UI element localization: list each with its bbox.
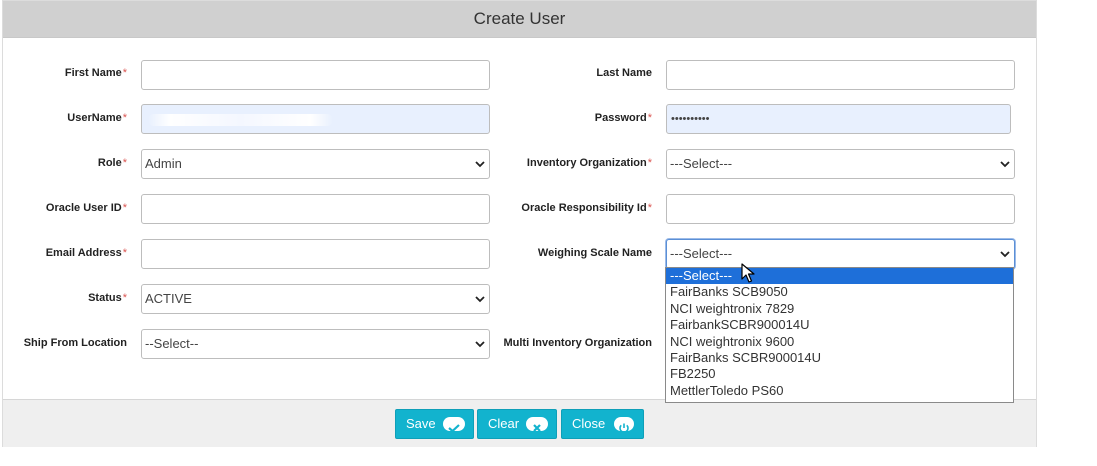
role-value: Admin	[145, 156, 182, 171]
oracle-user-id-input[interactable]	[141, 194, 490, 224]
weighing-scale-option[interactable]: FairBanks SCBR900014U	[666, 350, 1013, 366]
weighing-scale-option[interactable]: FairBanks SCB9050	[666, 284, 1013, 300]
ship-from-location-value: --Select--	[145, 336, 199, 351]
weighing-scale-label: Weighing Scale Name	[537, 247, 652, 259]
username-label: UserName*	[67, 112, 127, 124]
oracle-responsibility-id-label: Oracle Responsibility Id*	[521, 202, 652, 214]
ship-from-location-label: Ship From Location	[23, 337, 127, 349]
weighing-scale-options-list: ---Select--- FairBanks SCB9050 NCI weigh…	[665, 267, 1014, 403]
username-input[interactable]	[141, 104, 490, 134]
status-label: Status*	[88, 292, 127, 304]
save-button[interactable]: Save	[395, 409, 474, 439]
password-label: Password*	[594, 112, 652, 124]
power-icon	[614, 417, 634, 433]
check-icon	[443, 417, 465, 433]
close-button-label: Close	[572, 416, 606, 431]
mouse-pointer-icon	[741, 263, 755, 283]
chevron-down-icon	[475, 296, 485, 303]
password-input[interactable]: ••••••••••	[666, 104, 1011, 134]
weighing-scale-option[interactable]: NCI weightronix 7829	[666, 301, 1013, 317]
modal-title: Create User	[473, 9, 566, 28]
oracle-user-id-label: Oracle User ID*	[45, 202, 127, 214]
last-name-label: Last Name	[596, 67, 652, 79]
clear-button-label: Clear	[488, 416, 520, 431]
first-name-input[interactable]	[141, 60, 490, 90]
oracle-responsibility-id-input[interactable]	[666, 194, 1015, 224]
save-button-label: Save	[406, 416, 436, 431]
x-circle-icon	[526, 417, 548, 432]
redacted-username	[148, 114, 333, 126]
weighing-scale-option[interactable]: MettlerToledo PS60	[666, 383, 1013, 399]
status-value: ACTIVE	[145, 291, 192, 306]
modal-footer: Save Clear Close	[3, 399, 1036, 447]
chevron-down-icon	[1000, 161, 1010, 168]
weighing-scale-option[interactable]: FairbankSCBR900014U	[666, 317, 1013, 333]
email-input[interactable]	[141, 239, 490, 269]
weighing-scale-option[interactable]: NCI weightronix 9600	[666, 334, 1013, 350]
ship-from-location-select[interactable]: --Select--	[141, 329, 490, 359]
chevron-down-icon	[475, 161, 485, 168]
weighing-scale-option[interactable]: FB2250	[666, 366, 1013, 382]
clear-button[interactable]: Clear	[477, 409, 557, 439]
status-select[interactable]: ACTIVE	[141, 284, 490, 314]
modal-header: Create User	[3, 1, 1036, 38]
email-label: Email Address*	[45, 247, 127, 259]
weighing-scale-option[interactable]: ---Select---	[666, 268, 1013, 285]
inventory-org-value: ---Select---	[670, 156, 733, 171]
role-label: Role*	[97, 157, 127, 169]
chevron-down-icon	[475, 341, 485, 348]
close-button[interactable]: Close	[561, 409, 644, 439]
weighing-scale-select[interactable]: ---Select---	[666, 239, 1015, 269]
last-name-input[interactable]	[666, 60, 1015, 90]
multi-inventory-org-label: Multi Inventory Organization	[503, 337, 652, 349]
first-name-label: First Name*	[64, 67, 127, 79]
inventory-org-select[interactable]: ---Select---	[666, 149, 1015, 179]
role-select[interactable]: Admin	[141, 149, 490, 179]
inventory-org-label: Inventory Organization*	[526, 157, 652, 169]
chevron-down-icon	[1000, 251, 1010, 258]
weighing-scale-value: ---Select---	[670, 246, 733, 261]
